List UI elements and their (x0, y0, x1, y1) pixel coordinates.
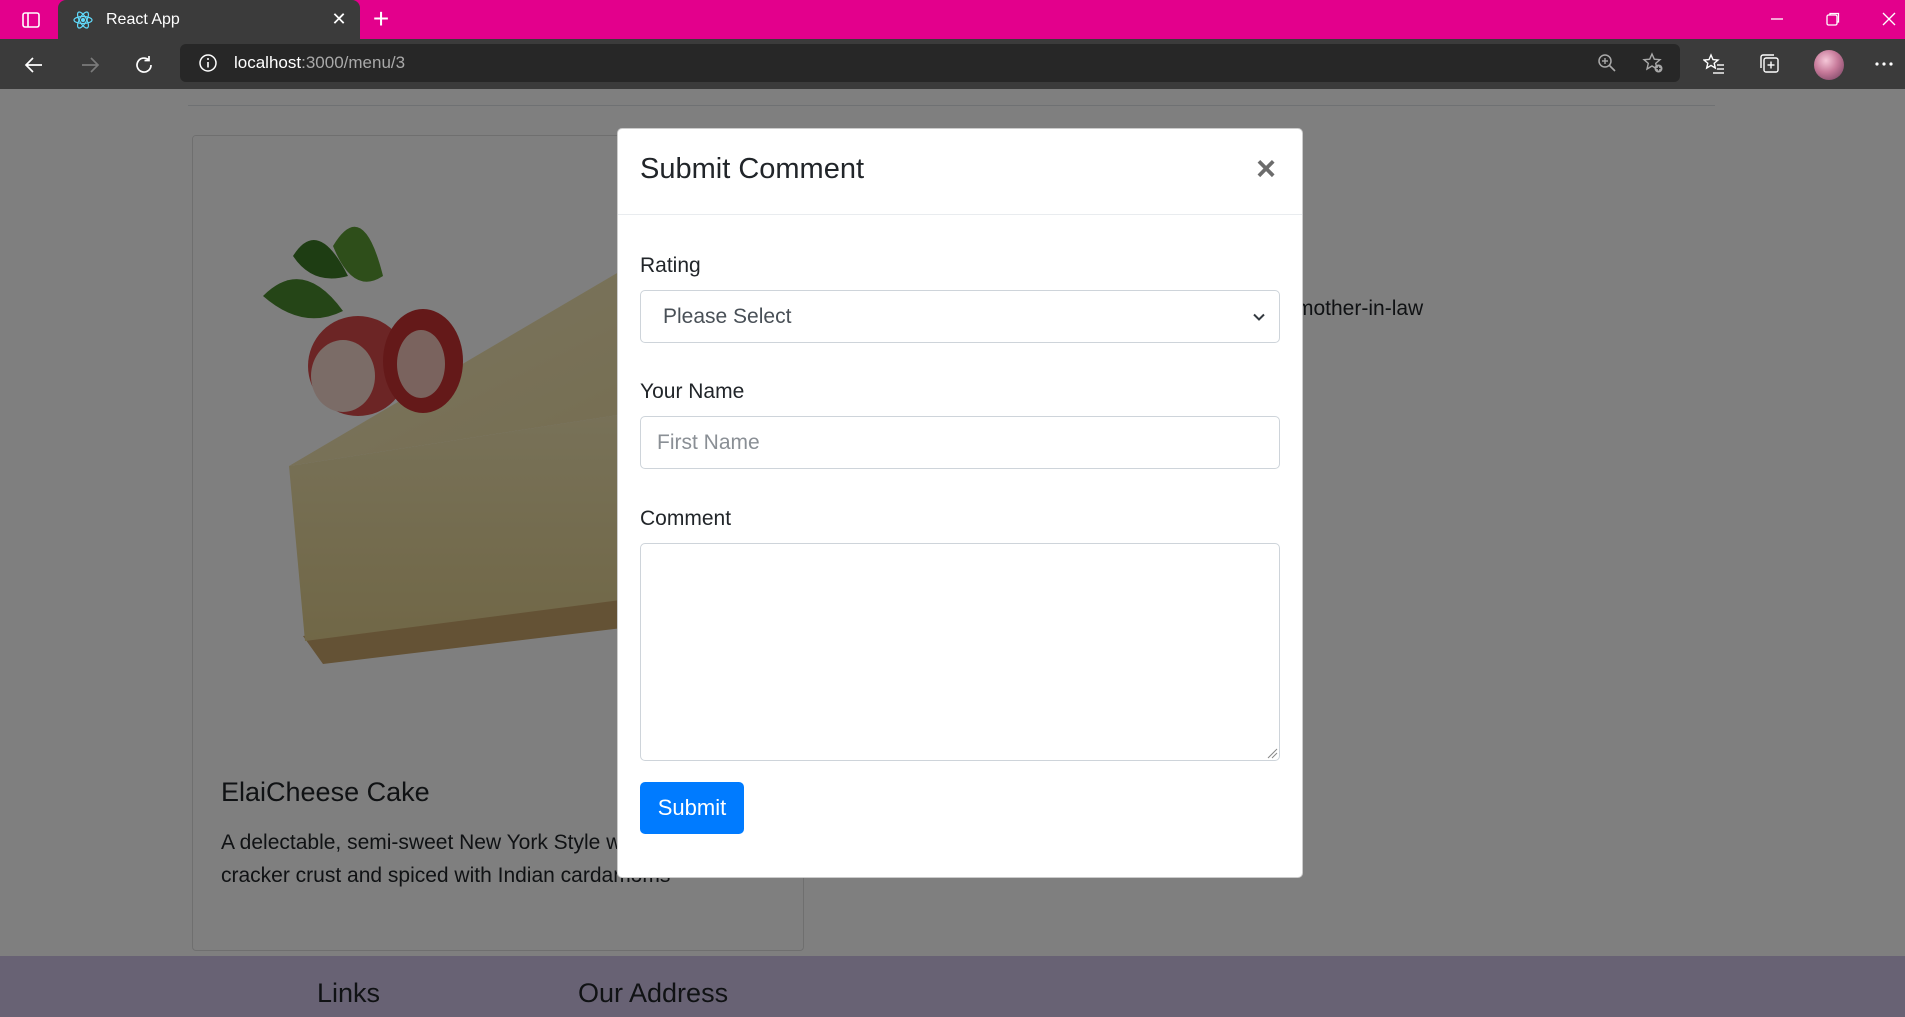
favorites-button[interactable] (1702, 52, 1726, 76)
collections-icon (1760, 54, 1779, 73)
tab-title: React App (106, 10, 180, 28)
address-bar[interactable]: localhost:3000/menu/3 (180, 44, 1680, 82)
tab-close-icon[interactable]: ✕ (330, 10, 348, 28)
url-text[interactable]: localhost:3000/menu/3 (234, 53, 405, 73)
rating-select[interactable]: Please Select (640, 290, 1280, 343)
back-arrow-icon (24, 57, 42, 73)
profile-avatar[interactable] (1814, 50, 1844, 80)
url-path: :3000/menu/3 (301, 53, 406, 72)
resize-handle-icon[interactable] (1266, 747, 1278, 759)
rating-selected-value: Please Select (663, 305, 792, 328)
settings-menu-button[interactable] (1872, 52, 1896, 76)
tab-actions-button[interactable] (14, 8, 48, 32)
modal-title: Submit Comment (640, 153, 865, 185)
modal-header: Submit Comment × (618, 129, 1302, 215)
collections-button[interactable] (1758, 52, 1782, 76)
reload-button[interactable] (128, 49, 160, 81)
restore-button[interactable] (1816, 6, 1850, 32)
tab-actions-icon (22, 12, 40, 28)
back-button[interactable] (18, 49, 50, 81)
active-tab[interactable]: React App ✕ (58, 0, 360, 39)
close-window-button[interactable] (1872, 6, 1905, 32)
favorites-list-icon (1703, 53, 1724, 74)
new-tab-button[interactable]: + (368, 5, 394, 33)
add-favorite-icon[interactable] (1642, 52, 1664, 74)
close-icon (1882, 12, 1896, 26)
minimize-button[interactable] (1760, 6, 1794, 32)
forward-arrow-icon (82, 57, 100, 73)
zoom-icon[interactable] (1596, 52, 1618, 74)
name-input[interactable] (640, 416, 1280, 469)
rating-label: Rating (640, 254, 701, 277)
minimize-icon (1771, 18, 1783, 20)
submit-button[interactable]: Submit (640, 782, 744, 834)
comment-textarea[interactable] (640, 543, 1280, 761)
forward-button[interactable] (74, 49, 106, 81)
comment-label: Comment (640, 507, 732, 530)
browser-titlebar: React App ✕ + (0, 0, 1905, 39)
submit-comment-modal: Submit Comment × Rating Please Select Yo… (617, 128, 1303, 878)
react-favicon-icon (73, 10, 93, 29)
your-name-label: Your Name (640, 380, 745, 403)
modal-close-button[interactable]: × (1252, 151, 1280, 187)
site-info-icon[interactable] (198, 53, 218, 73)
browser-toolbar: localhost:3000/menu/3 (0, 39, 1905, 89)
page-scrollbar[interactable] (1899, 89, 1905, 1017)
more-options-icon (1875, 62, 1893, 66)
url-host: localhost (234, 53, 302, 72)
restore-icon (1826, 12, 1840, 26)
reload-icon (136, 56, 152, 73)
chevron-down-icon (1253, 313, 1265, 321)
